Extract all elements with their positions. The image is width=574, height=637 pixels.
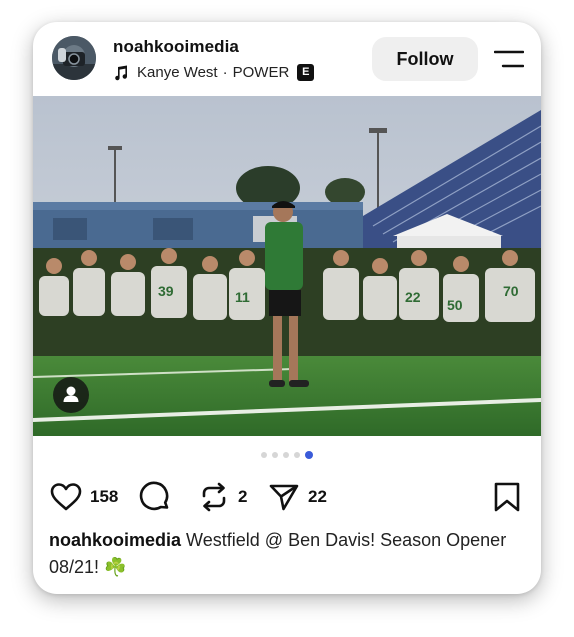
post-caption: noahkooimedia Westfield @ Ben Davis! Sea… (49, 527, 519, 581)
music-separator: · (222, 64, 228, 81)
bookmark-action[interactable] (493, 477, 521, 517)
explicit-badge: E (297, 64, 315, 81)
music-artist: Kanye West (137, 64, 218, 81)
post-photo[interactable]: 39 11 22 50 70 (33, 96, 541, 436)
carousel-dot[interactable] (261, 452, 267, 458)
menu-icon[interactable] (494, 50, 524, 68)
follow-button[interactable]: Follow (372, 37, 478, 81)
share-count: 22 (308, 487, 327, 506)
carousel-dot[interactable] (272, 452, 278, 458)
music-track: POWER (232, 64, 290, 81)
carousel-dot[interactable] (283, 452, 289, 458)
carousel-dot[interactable] (294, 452, 300, 458)
action-bar: 158 2 22 (33, 477, 541, 517)
user-tag-button[interactable] (53, 377, 89, 413)
repost-count: 2 (238, 487, 248, 506)
like-count: 158 (90, 487, 119, 506)
share-icon[interactable] (268, 481, 300, 513)
carousel-dot-active[interactable] (305, 451, 313, 459)
svg-text:70: 70 (503, 283, 519, 299)
avatar[interactable] (52, 36, 96, 80)
threads-icon: @ (264, 530, 284, 550)
avatar-image (52, 36, 96, 80)
music-note-icon (115, 65, 128, 80)
user-tag-icon (63, 386, 79, 402)
music-info[interactable]: Kanye West · POWER E (113, 64, 315, 81)
clover-emoji: ☘️ (104, 557, 127, 577)
bookmark-icon[interactable] (493, 481, 521, 513)
svg-text:22: 22 (405, 289, 421, 305)
caption-username[interactable]: noahkooimedia (49, 530, 181, 550)
svg-text:39: 39 (158, 283, 174, 299)
football-team-photo: 39 11 22 50 70 (33, 96, 541, 436)
svg-text:11: 11 (235, 289, 250, 305)
post-username[interactable]: noahkooimedia (113, 37, 239, 57)
post-header: noahkooimedia Kanye West · POWER E Follo… (33, 22, 541, 96)
repost-action[interactable]: 2 (198, 477, 247, 517)
like-action[interactable]: 158 (50, 477, 118, 517)
repost-icon[interactable] (198, 481, 230, 513)
comment-action[interactable] (138, 477, 172, 517)
svg-text:50: 50 (447, 297, 463, 313)
caption-text-before: Westfield (186, 530, 260, 550)
heart-icon[interactable] (50, 482, 82, 512)
comment-icon[interactable] (138, 480, 172, 514)
share-action[interactable]: 22 (268, 477, 327, 517)
carousel-indicator (33, 451, 541, 459)
post-card: noahkooimedia Kanye West · POWER E Follo… (33, 22, 541, 594)
